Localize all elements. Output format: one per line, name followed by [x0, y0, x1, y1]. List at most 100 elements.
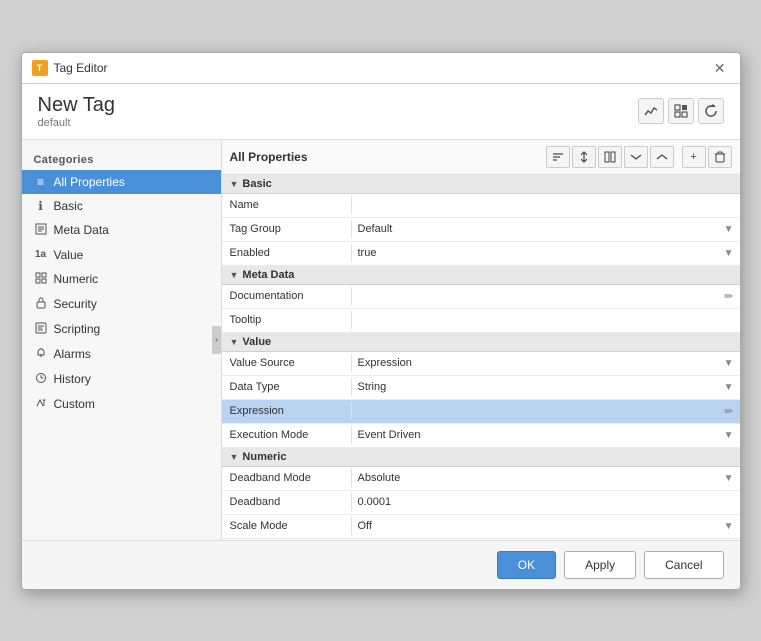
ok-button[interactable]: OK	[497, 551, 556, 579]
security-icon	[34, 297, 48, 312]
expression-edit-icon[interactable]: ✏	[724, 405, 733, 418]
section-value-label: Value	[242, 336, 271, 348]
prop-expression-row: Expression ✏	[222, 400, 740, 424]
scalemode-dropdown-arrow[interactable]: ▼	[724, 521, 734, 532]
config-button[interactable]	[668, 98, 694, 124]
toolbar-buttons: +	[546, 146, 732, 168]
prop-documentation-value[interactable]: ✏	[352, 287, 740, 306]
prop-enabled-label: Enabled	[222, 244, 352, 262]
sidebar-item-history[interactable]: History	[22, 367, 221, 392]
sidebar-item-label: All Properties	[54, 175, 125, 189]
valuesource-dropdown-arrow[interactable]: ▼	[724, 358, 734, 369]
sort-icon	[578, 151, 590, 163]
sidebar-item-basic[interactable]: ℹ Basic	[22, 194, 221, 218]
properties-title: All Properties	[230, 150, 308, 164]
sidebar-item-value[interactable]: 1a Value	[22, 243, 221, 267]
sort-button[interactable]	[572, 146, 596, 168]
basic-icon: ℹ	[34, 199, 48, 213]
prop-scalemode-value[interactable]: Off ▼	[352, 517, 740, 535]
prop-enabled-value[interactable]: true ▼	[352, 244, 740, 262]
enabled-text: true	[358, 247, 377, 259]
execmode-text: Event Driven	[358, 429, 421, 441]
prop-engunits-row: Engineering Units ▼	[222, 539, 740, 540]
apply-button[interactable]: Apply	[564, 551, 636, 579]
sort-alpha-icon	[552, 151, 564, 163]
prop-deadband-label: Deadband	[222, 493, 352, 511]
custom-icon	[34, 397, 48, 412]
sidebar-item-security[interactable]: Security	[22, 292, 221, 317]
sidebar-collapse-handle[interactable]: ›	[212, 326, 222, 354]
sidebar-item-scripting[interactable]: Scripting	[22, 317, 221, 342]
execmode-dropdown-arrow[interactable]: ▼	[724, 430, 734, 441]
prop-deadbandmode-label: Deadband Mode	[222, 469, 352, 487]
sidebar-item-meta-data[interactable]: Meta Data	[22, 218, 221, 243]
prop-taggroup-row: Tag Group Default ▼	[222, 218, 740, 242]
add-property-button[interactable]: +	[682, 146, 706, 168]
header-left: New Tag default	[38, 94, 115, 129]
chart-button[interactable]	[638, 98, 664, 124]
dialog-body: Categories ≡ All Properties ℹ Basic Meta…	[22, 140, 740, 540]
delete-property-button[interactable]	[708, 146, 732, 168]
valuesource-text: Expression	[358, 357, 412, 369]
prop-deadband-value[interactable]: 0.0001	[352, 493, 740, 511]
prop-taggroup-value[interactable]: Default ▼	[352, 220, 740, 238]
sidebar-item-numeric[interactable]: Numeric	[22, 267, 221, 292]
all-properties-icon: ≡	[34, 175, 48, 189]
prop-datatype-value[interactable]: String ▼	[352, 378, 740, 396]
prop-documentation-row: Documentation ✏	[222, 285, 740, 309]
sidebar-item-alarms[interactable]: Alarms	[22, 342, 221, 367]
refresh-button[interactable]	[698, 98, 724, 124]
expand-all-button[interactable]	[624, 146, 648, 168]
section-basic-triangle: ▼	[230, 179, 239, 189]
prop-tooltip-row: Tooltip	[222, 309, 740, 333]
section-value-triangle: ▼	[230, 337, 239, 347]
sidebar-item-label: Numeric	[54, 272, 99, 286]
section-numeric: ▼ Numeric	[222, 448, 740, 467]
prop-execmode-row: Execution Mode Event Driven ▼	[222, 424, 740, 448]
chart-icon	[644, 104, 658, 118]
prop-valuesource-row: Value Source Expression ▼	[222, 352, 740, 376]
categories-sidebar: Categories ≡ All Properties ℹ Basic Meta…	[22, 140, 222, 540]
categories-label: Categories	[22, 148, 221, 170]
datatype-dropdown-arrow[interactable]: ▼	[724, 382, 734, 393]
sidebar-item-custom[interactable]: Custom	[22, 392, 221, 417]
section-numeric-triangle: ▼	[230, 452, 239, 462]
close-button[interactable]: ✕	[710, 59, 730, 77]
prop-tooltip-label: Tooltip	[222, 311, 352, 329]
prop-valuesource-value[interactable]: Expression ▼	[352, 354, 740, 372]
delete-icon	[714, 151, 726, 163]
meta-data-icon	[34, 223, 48, 238]
name-input[interactable]: New Tag	[358, 199, 734, 211]
columns-button[interactable]	[598, 146, 622, 168]
expand-all-icon	[630, 151, 642, 163]
prop-deadbandmode-value[interactable]: Absolute ▼	[352, 469, 740, 487]
properties-panel: All Properties	[222, 140, 740, 540]
section-metadata-label: Meta Data	[242, 269, 294, 281]
tag-name-title: New Tag	[38, 94, 115, 117]
enabled-dropdown-arrow[interactable]: ▼	[724, 248, 734, 259]
deadband-text: 0.0001	[358, 496, 392, 508]
sort-alpha-button[interactable]	[546, 146, 570, 168]
prop-execmode-label: Execution Mode	[222, 426, 352, 444]
collapse-all-button[interactable]	[650, 146, 674, 168]
numeric-icon	[34, 272, 48, 287]
sidebar-item-all-properties[interactable]: ≡ All Properties	[22, 170, 221, 194]
prop-tooltip-value[interactable]	[352, 317, 740, 323]
sidebar-item-label: Scripting	[54, 322, 101, 336]
scripting-icon	[34, 322, 48, 337]
prop-expression-value[interactable]: ✏	[352, 402, 740, 421]
documentation-edit-icon[interactable]: ✏	[724, 290, 733, 303]
taggroup-dropdown-arrow[interactable]: ▼	[724, 224, 734, 235]
section-value: ▼ Value	[222, 333, 740, 352]
section-basic: ▼ Basic	[222, 175, 740, 194]
sidebar-item-label: Value	[54, 248, 84, 262]
prop-execmode-value[interactable]: Event Driven ▼	[352, 426, 740, 444]
prop-name-value[interactable]: New Tag	[352, 196, 740, 214]
properties-header: All Properties	[222, 140, 740, 175]
deadbandmode-dropdown-arrow[interactable]: ▼	[724, 473, 734, 484]
cancel-button[interactable]: Cancel	[644, 551, 723, 579]
deadbandmode-text: Absolute	[358, 472, 401, 484]
collapse-all-icon	[656, 151, 668, 163]
section-numeric-label: Numeric	[242, 451, 286, 463]
config-icon	[674, 104, 688, 118]
